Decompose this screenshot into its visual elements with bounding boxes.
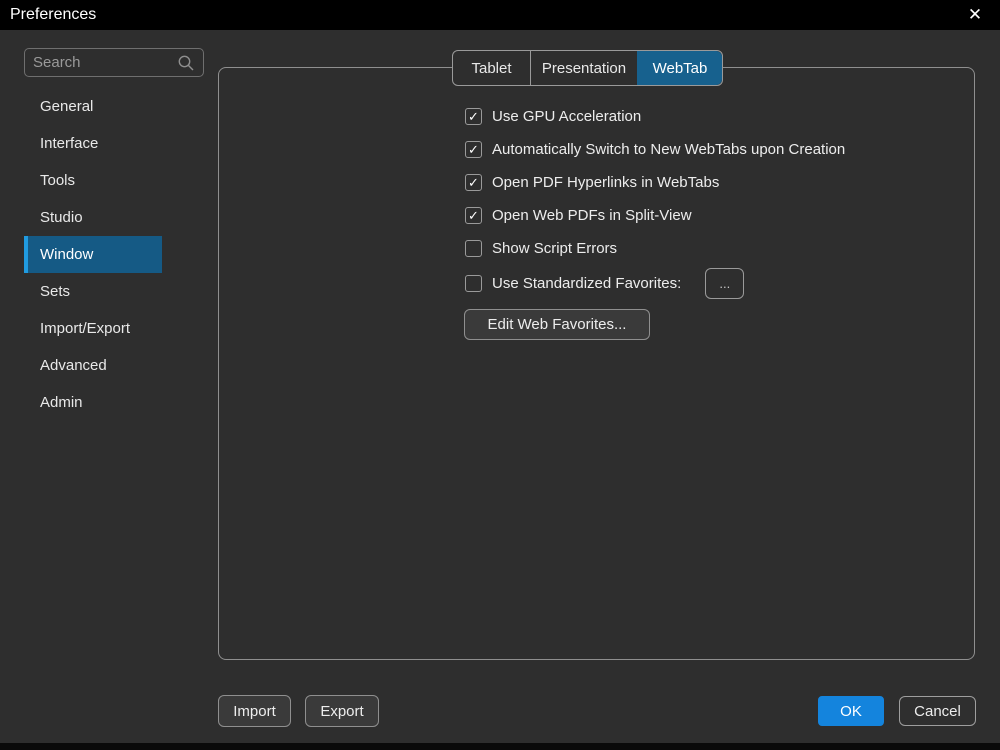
setting-row: Use GPU Acceleration — [465, 100, 845, 133]
sidebar-item-label: General — [40, 98, 93, 115]
checkbox-label: Open Web PDFs in Split-View — [492, 207, 692, 224]
sidebar-item-label: Window — [40, 246, 93, 263]
tab-label: Presentation — [542, 60, 626, 77]
checkbox-label: Open PDF Hyperlinks in WebTabs — [492, 174, 719, 191]
sidebar-item-import-export[interactable]: Import/Export — [24, 310, 162, 347]
tab-bar: Tablet Presentation WebTab — [452, 50, 723, 86]
checkbox-label: Use Standardized Favorites: — [492, 275, 681, 292]
close-icon[interactable]: ✕ — [964, 4, 986, 26]
window-title: Preferences — [10, 6, 96, 24]
sidebar-item-label: Sets — [40, 283, 70, 300]
sidebar-item-interface[interactable]: Interface — [24, 125, 162, 162]
web-pdfs-splitview-checkbox[interactable] — [465, 207, 482, 224]
tab-presentation[interactable]: Presentation — [530, 51, 637, 85]
setting-row: Use Standardized Favorites: ... — [465, 265, 845, 302]
search-input[interactable] — [33, 54, 177, 71]
sidebar-item-label: Interface — [40, 135, 98, 152]
title-bar: Preferences ✕ — [0, 0, 1000, 30]
window-bottom-edge — [0, 743, 1000, 750]
sidebar-item-sets[interactable]: Sets — [24, 273, 162, 310]
setting-row: Automatically Switch to New WebTabs upon… — [465, 133, 845, 166]
sidebar-item-advanced[interactable]: Advanced — [24, 347, 162, 384]
checkbox-label: Use GPU Acceleration — [492, 108, 641, 125]
checkbox-label: Show Script Errors — [492, 240, 617, 257]
tab-tablet[interactable]: Tablet — [453, 51, 530, 85]
tab-label: WebTab — [653, 60, 708, 77]
script-errors-checkbox[interactable] — [465, 240, 482, 257]
webtab-settings: Use GPU Acceleration Automatically Switc… — [465, 100, 845, 302]
sidebar-item-studio[interactable]: Studio — [24, 199, 162, 236]
sidebar-item-label: Admin — [40, 394, 83, 411]
standardized-favorites-checkbox[interactable] — [465, 275, 482, 292]
sidebar-item-window[interactable]: Window — [24, 236, 162, 273]
sidebar-item-label: Tools — [40, 172, 75, 189]
cancel-button[interactable]: Cancel — [899, 696, 976, 726]
sidebar-item-general[interactable]: General — [24, 88, 162, 125]
checkbox-label: Automatically Switch to New WebTabs upon… — [492, 141, 845, 158]
auto-switch-webtabs-checkbox[interactable] — [465, 141, 482, 158]
pdf-hyperlinks-checkbox[interactable] — [465, 174, 482, 191]
sidebar-item-label: Import/Export — [40, 320, 130, 337]
tab-label: Tablet — [471, 60, 511, 77]
search-box[interactable] — [24, 48, 204, 77]
sidebar-nav: General Interface Tools Studio Window Se… — [24, 88, 162, 421]
sidebar-item-tools[interactable]: Tools — [24, 162, 162, 199]
setting-row: Open Web PDFs in Split-View — [465, 199, 845, 232]
sidebar-item-label: Studio — [40, 209, 83, 226]
setting-row: Show Script Errors — [465, 232, 845, 265]
gpu-acceleration-checkbox[interactable] — [465, 108, 482, 125]
sidebar-item-label: Advanced — [40, 357, 107, 374]
sidebar-item-admin[interactable]: Admin — [24, 384, 162, 421]
setting-row: Open PDF Hyperlinks in WebTabs — [465, 166, 845, 199]
browse-favorites-button[interactable]: ... — [705, 268, 744, 299]
search-icon — [177, 54, 195, 72]
tab-webtab[interactable]: WebTab — [637, 51, 722, 85]
export-button[interactable]: Export — [305, 695, 379, 727]
import-button[interactable]: Import — [218, 695, 291, 727]
edit-web-favorites-button[interactable]: Edit Web Favorites... — [464, 309, 650, 340]
ok-button[interactable]: OK — [818, 696, 884, 726]
